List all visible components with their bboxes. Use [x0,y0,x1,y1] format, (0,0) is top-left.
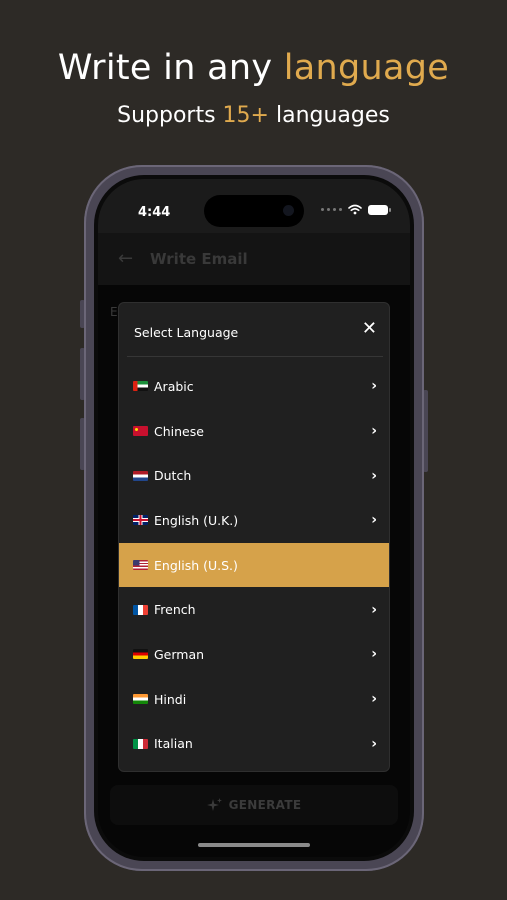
chevron-right-icon: › [371,378,377,395]
chevron-right-icon: › [371,423,377,440]
cellular-signal-icon [321,208,342,211]
wifi-icon [348,204,362,215]
phone-frame: 4:44 ← Write Email E GENERATE Select Lan… [84,165,424,871]
dialog-header: Select Language ✕ [127,303,383,357]
sparkles-icon [206,798,222,811]
headline-accent: language [283,48,450,88]
phone-screen: 4:44 ← Write Email E GENERATE Select Lan… [98,179,410,857]
language-item-english-uk[interactable]: English (U.K.) › [119,498,389,543]
language-label: Italian [154,736,193,752]
flag-india-icon [133,694,148,705]
dynamic-island [204,195,304,227]
flag-netherlands-icon [133,470,148,481]
flag-uk-icon [133,515,148,526]
dialog-title: Select Language [134,325,239,340]
subhead-prefix: Supports [117,103,223,128]
language-label: Chinese [154,423,204,439]
generate-button[interactable]: GENERATE [110,785,398,825]
promo-headline: Write in any language [0,48,507,88]
language-item-french[interactable]: French › [119,587,389,632]
language-label: Hindi [154,691,187,707]
chevron-right-icon: › [371,601,377,618]
generate-label: GENERATE [228,798,302,812]
battery-icon [368,204,391,215]
language-item-italian[interactable]: Italian › [119,722,389,767]
app-bar: ← Write Email [98,233,410,285]
chevron-right-icon: › [371,735,377,752]
language-label: English (U.S.) [154,557,238,573]
flag-usa-icon [133,560,148,571]
chevron-right-icon: › [371,646,377,663]
language-label: Arabic [154,378,194,394]
language-label: French [154,602,196,618]
chevron-right-icon: › [371,691,377,708]
close-icon[interactable]: ✕ [362,320,377,338]
language-label: Dutch [154,468,192,484]
subhead-accent: 15+ [222,103,269,128]
language-list: Arabic › Chinese › Dutch › English (U.K.… [119,364,389,767]
chevron-right-icon: › [371,467,377,484]
language-item-arabic[interactable]: Arabic › [119,364,389,409]
camera-icon [283,205,294,216]
status-time: 4:44 [138,205,171,220]
language-item-hindi[interactable]: Hindi › [119,677,389,722]
language-item-dutch[interactable]: Dutch › [119,453,389,498]
app-bar-title: Write Email [150,250,248,268]
flag-uae-icon [133,381,148,392]
language-item-english-us[interactable]: English (U.S.) [119,542,389,588]
background-field-label: E [110,305,118,319]
language-item-german[interactable]: German › [119,632,389,677]
flag-china-icon [133,426,148,437]
language-item-chinese[interactable]: Chinese › [119,409,389,454]
status-bar: 4:44 [98,179,410,233]
select-language-dialog: Select Language ✕ Arabic › Chinese › Dut… [118,302,390,772]
chevron-right-icon: › [371,512,377,529]
flag-italy-icon [133,738,148,749]
subhead-suffix: languages [268,103,390,128]
flag-germany-icon [133,649,148,660]
back-arrow-icon[interactable]: ← [118,248,133,269]
language-label: English (U.K.) [154,512,239,528]
headline-prefix: Write in any [57,48,284,88]
home-indicator[interactable] [198,843,310,847]
language-label: German [154,646,205,662]
phone-bezel: 4:44 ← Write Email E GENERATE Select Lan… [94,175,414,861]
promo-subhead: Supports 15+ languages [0,103,507,128]
flag-france-icon [133,604,148,615]
status-icons [321,204,391,215]
